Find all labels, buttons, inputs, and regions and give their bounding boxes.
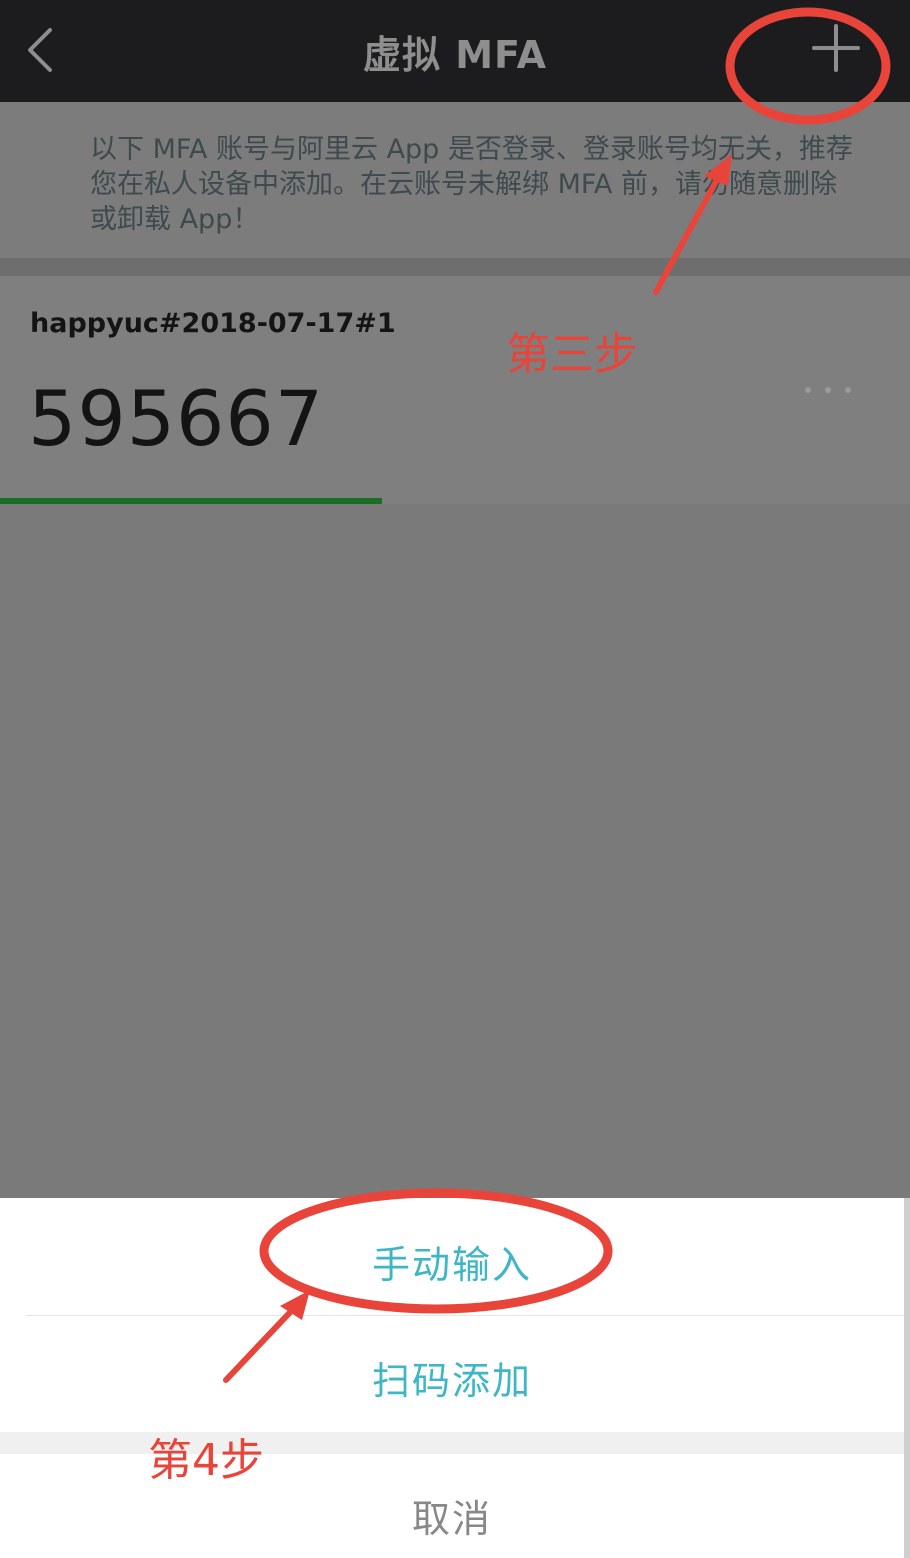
- step3-annotation: 第三步: [506, 329, 638, 380]
- step4-annotation: 第4步: [148, 1435, 264, 1486]
- account-name: happyuc#2018-07-17#1: [30, 308, 396, 339]
- section-separator: [0, 258, 910, 276]
- more-horizontal-icon[interactable]: [802, 380, 854, 400]
- edge-line: [904, 1198, 910, 1558]
- cancel-button[interactable]: 取消: [0, 1488, 904, 1543]
- notice-text: 以下 MFA 账号与阿里云 App 是否登录、登录账号均无关，推荐您在私人设备中…: [90, 134, 853, 235]
- sheet-gap: [0, 1432, 904, 1454]
- otp-code: 595667: [28, 374, 325, 463]
- otp-timer-progress: [0, 498, 383, 504]
- divider: [26, 1315, 904, 1316]
- manual-input-option[interactable]: 手动输入: [0, 1234, 904, 1289]
- navigation-bar: 虚拟 MFA: [0, 0, 910, 102]
- plus-icon[interactable]: [810, 22, 862, 74]
- page-title: 虚拟 MFA: [362, 33, 548, 77]
- scan-add-option[interactable]: 扫码添加: [0, 1350, 904, 1405]
